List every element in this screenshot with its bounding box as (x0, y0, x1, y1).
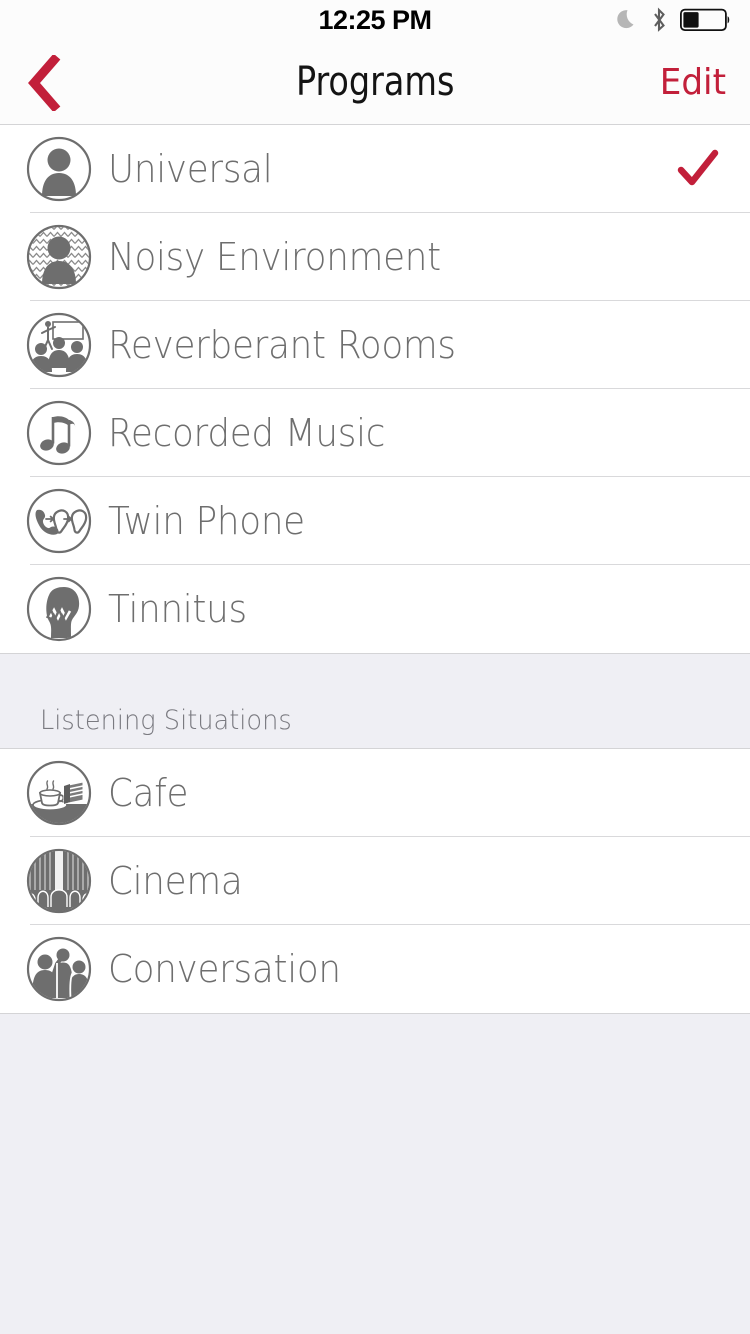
battery-icon (680, 8, 730, 31)
list-item-universal[interactable]: Universal (0, 125, 750, 213)
head-profile-zigzag-icon (26, 576, 92, 642)
list-item-conversation[interactable]: Conversation (0, 925, 750, 1013)
section-header-label: Listening Situations (40, 705, 292, 736)
bluetooth-icon (654, 7, 665, 32)
navigation-bar: Programs Edit (0, 40, 750, 125)
do-not-disturb-moon-icon (617, 10, 634, 29)
people-talking-icon (26, 936, 92, 1002)
person-noise-pattern-icon (26, 224, 92, 290)
list-item-label: Cafe (108, 771, 189, 815)
list-item-label: Reverberant Rooms (108, 323, 456, 367)
status-bar: 12:25 PM (0, 0, 750, 40)
list-item-label: Noisy Environment (108, 235, 441, 279)
list-item-recorded-music[interactable]: Recorded Music (0, 389, 750, 477)
chevron-left-icon (28, 54, 61, 111)
list-item-reverberant-rooms[interactable]: Reverberant Rooms (0, 301, 750, 389)
list-item-label: Universal (108, 147, 273, 191)
list-item-label: Cinema (108, 859, 243, 903)
status-bar-time: 12:25 PM (318, 4, 432, 35)
phone-two-ears-icon (26, 488, 92, 554)
status-bar-indicators (616, 0, 732, 40)
listening-situations-section: Cafe Cinema Conversation (0, 749, 750, 1013)
back-button[interactable] (8, 40, 80, 125)
empty-area (0, 1014, 750, 1334)
selected-checkmark-icon (677, 149, 719, 186)
list-item-label: Conversation (108, 947, 341, 991)
list-item-noisy-environment[interactable]: Noisy Environment (0, 213, 750, 301)
programs-section: Universal Noisy Environment Reverberant … (0, 125, 750, 653)
person-silhouette-icon (26, 136, 92, 202)
list-item-tinnitus[interactable]: Tinnitus (0, 565, 750, 653)
coffee-cake-icon (26, 760, 92, 826)
list-item-cafe[interactable]: Cafe (0, 749, 750, 837)
list-item-label: Tinnitus (108, 587, 247, 631)
list-item-twin-phone[interactable]: Twin Phone (0, 477, 750, 565)
programs-screen: 12:25 PM Programs Edit Universal Noisy E… (0, 0, 750, 1334)
list-item-label: Twin Phone (108, 499, 305, 543)
edit-button[interactable]: Edit (660, 40, 726, 125)
music-notes-icon (26, 400, 92, 466)
section-header-listening-situations: Listening Situations (0, 653, 750, 749)
list-item-cinema[interactable]: Cinema (0, 837, 750, 925)
page-title: Programs (295, 59, 455, 105)
list-item-label: Recorded Music (108, 411, 386, 455)
cinema-screen-seats-icon (26, 848, 92, 914)
lecture-audience-icon (26, 312, 92, 378)
